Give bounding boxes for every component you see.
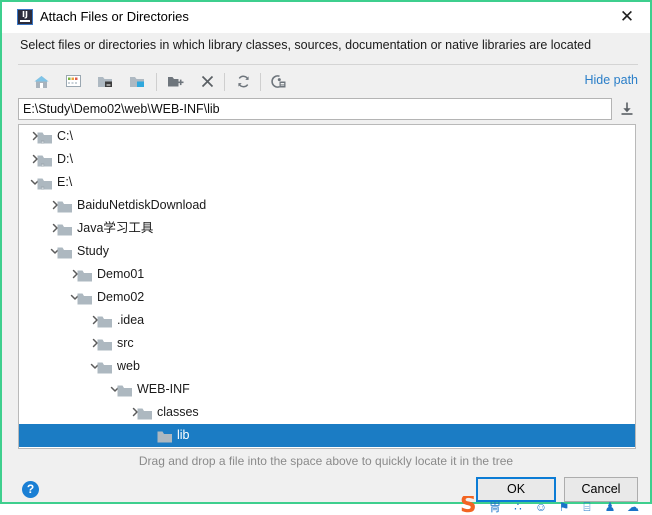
attach-files-dialog: IJ Attach Files or Directories ✕ Select … [0,0,652,504]
soft-keyboard-icon[interactable]: ⌸ [580,500,594,514]
folder-icon [97,337,113,351]
tree-row[interactable]: web [19,355,635,378]
toolbar-separator [224,73,225,91]
hide-path-link[interactable]: Hide path [584,73,638,87]
folder-icon [97,314,113,328]
tree-row-label: E:\ [57,175,73,189]
user-icon[interactable]: ♟ [603,500,617,514]
tree-row[interactable]: Demo02 [19,286,635,309]
tree-row[interactable]: lib [19,424,635,447]
tree-row-label: BaiduNetdiskDownload [77,198,207,212]
tree-row-label: Demo01 [97,267,145,281]
tree-row-label: C:\ [57,129,73,143]
path-row [18,98,638,120]
folder-icon [77,268,93,282]
tree-row[interactable]: C:\ [19,125,635,148]
refresh-icon[interactable] [230,70,256,94]
chevron-right-icon[interactable] [27,447,43,448]
collapse-down-icon[interactable] [616,98,638,120]
tree-row-label: lib [177,428,190,442]
tree-row[interactable]: classes [19,401,635,424]
pinyin-icon[interactable]: ∴ [511,500,525,514]
tree-row[interactable]: Demo01 [19,263,635,286]
dialog-description: Select files or directories in which lib… [20,38,592,52]
title-bar: IJ Attach Files or Directories ✕ [2,2,650,33]
module-folder-icon[interactable] [124,70,150,94]
drive-folder-icon [37,130,53,144]
tree-row[interactable]: src [19,332,635,355]
folder-icon [117,383,133,397]
close-icon[interactable]: ✕ [614,6,640,28]
sogou-ime-logo-icon[interactable]: S [460,496,477,515]
tree-row[interactable]: BaiduNetdiskDownload [19,194,635,217]
tree-row-label: WEB-INF [137,382,190,396]
folder-icon [137,406,153,420]
dialog-title: Attach Files or Directories [40,9,189,24]
tree-row-label: web [117,359,140,373]
tree-row[interactable]: F:\ [19,447,635,448]
tree-row[interactable]: D:\ [19,148,635,171]
toolbar-separator [260,73,261,91]
folder-icon [77,291,93,305]
new-folder-icon[interactable] [162,70,188,94]
desktop-icon[interactable] [60,70,86,94]
tree-row[interactable]: WEB-INF [19,378,635,401]
tree-row[interactable]: E:\ [19,171,635,194]
emoji-icon[interactable]: ☺ [534,500,548,514]
tree-row-label: Demo02 [97,290,145,304]
tree-row-label: D:\ [57,152,73,166]
ime-toolbar[interactable]: S 冑 ∴ ☺ ⚑ ⌸ ♟ ☁ [458,496,652,515]
show-hidden-files-icon[interactable] [266,70,292,94]
folder-icon [97,360,113,374]
tree-row[interactable]: .idea [19,309,635,332]
tree-row-label: Study [77,244,109,258]
divider [18,64,638,65]
toolbox-icon[interactable]: ☁ [626,500,640,514]
toolbar: Hide path [18,68,638,96]
folder-icon [157,429,173,443]
drive-folder-icon [37,176,53,190]
folder-icon [57,245,73,259]
home-icon[interactable] [28,70,54,94]
tree-row-label: .idea [117,313,145,327]
tree-row-label: Java学习工具 [77,221,154,235]
folder-icon [57,199,73,213]
project-folder-icon[interactable] [92,70,118,94]
directory-tree[interactable]: C:\ D:\ E:\ BaiduNetdiskDownload Java学习工具 Stu… [18,124,636,449]
intellij-idea-icon: IJ [17,9,33,25]
tree-row-label: src [117,336,134,350]
tree-row[interactable]: Study [19,240,635,263]
drag-drop-hint: Drag and drop a file into the space abov… [138,454,514,468]
drive-folder-icon [37,153,53,167]
path-input[interactable] [18,98,612,120]
voice-input-icon[interactable]: ⚑ [557,500,571,514]
toolbar-separator [156,73,157,91]
tree-row[interactable]: Java学习工具 [19,217,635,240]
folder-icon [57,222,73,236]
help-icon[interactable]: ? [22,481,39,498]
delete-icon[interactable] [194,70,220,94]
tree-row-label: classes [157,405,199,419]
keyboard-layout-icon[interactable]: 冑 [488,500,502,514]
tree-row-label: F:\ [57,447,72,448]
